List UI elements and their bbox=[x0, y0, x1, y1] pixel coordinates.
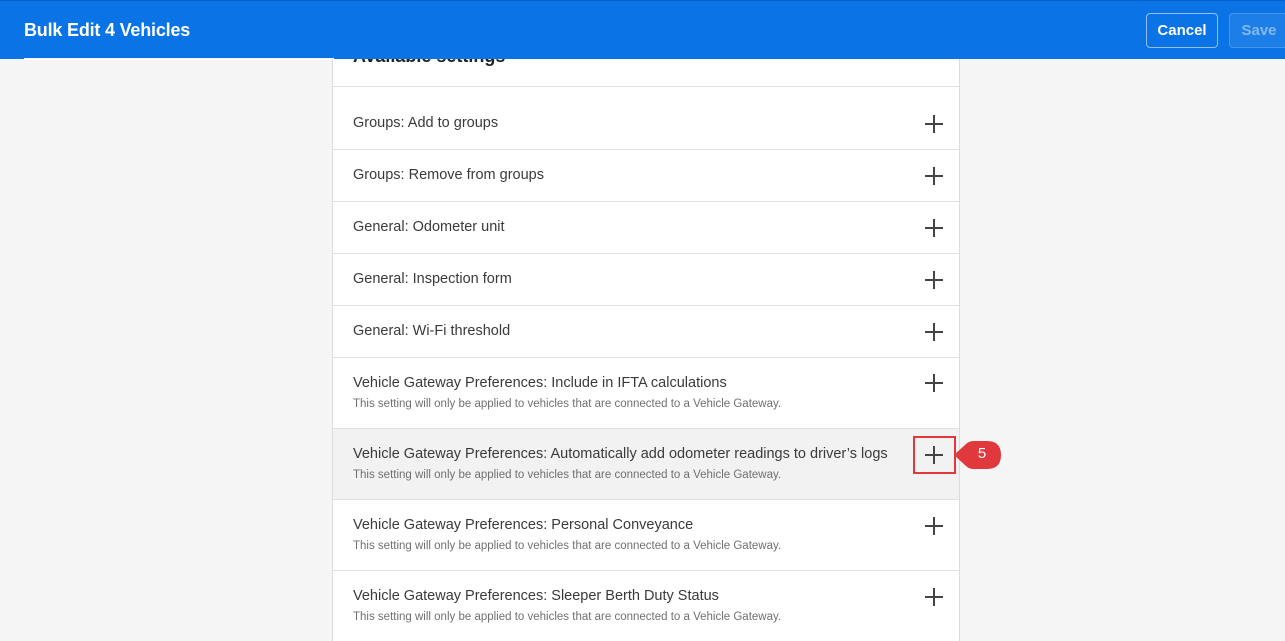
setting-label: Vehicle Gateway Preferences: Sleeper Ber… bbox=[353, 588, 719, 604]
setting-row-add-to-groups[interactable]: Groups: Add to groups bbox=[333, 87, 959, 150]
setting-label: General: Inspection form bbox=[353, 271, 512, 287]
save-button[interactable]: Save bbox=[1229, 13, 1285, 48]
setting-row-inspection-form[interactable]: General: Inspection form bbox=[333, 254, 959, 306]
setting-label: Groups: Remove from groups bbox=[353, 167, 544, 183]
step-number: 5 bbox=[977, 445, 987, 462]
page-title: Bulk Edit 4 Vehicles bbox=[24, 20, 191, 40]
setting-label: Vehicle Gateway Preferences: Include in … bbox=[353, 375, 727, 391]
setting-label: Vehicle Gateway Preferences: Personal Co… bbox=[353, 517, 694, 533]
setting-row-personal-conveyance[interactable]: Vehicle Gateway Preferences: Personal Co… bbox=[333, 500, 959, 571]
setting-note: This setting will only be applied to veh… bbox=[353, 398, 782, 410]
setting-label: General: Odometer unit bbox=[353, 219, 505, 235]
setting-row-odometer-unit[interactable]: General: Odometer unit bbox=[333, 202, 959, 254]
plus-icon[interactable] bbox=[925, 219, 943, 237]
setting-label: General: Wi-Fi threshold bbox=[353, 323, 511, 339]
step-highlight-box bbox=[913, 436, 956, 474]
plus-icon[interactable] bbox=[925, 167, 943, 185]
panel-heading: Available settings bbox=[353, 59, 505, 67]
setting-note: This setting will only be applied to veh… bbox=[353, 540, 782, 552]
plus-icon[interactable] bbox=[925, 115, 943, 133]
plus-icon[interactable] bbox=[925, 588, 943, 606]
setting-row-remove-from-groups[interactable]: Groups: Remove from groups bbox=[333, 150, 959, 202]
setting-row-auto-odometer[interactable]: Vehicle Gateway Preferences: Automatical… bbox=[333, 429, 959, 500]
setting-row-sleeper-berth[interactable]: Vehicle Gateway Preferences: Sleeper Ber… bbox=[333, 571, 959, 641]
setting-row-ifta[interactable]: Vehicle Gateway Preferences: Include in … bbox=[333, 358, 959, 429]
setting-note: This setting will only be applied to veh… bbox=[353, 469, 782, 481]
plus-icon[interactable] bbox=[925, 517, 943, 535]
plus-icon[interactable] bbox=[925, 374, 943, 392]
title-underline bbox=[24, 58, 334, 60]
plus-icon[interactable] bbox=[925, 323, 943, 341]
cancel-button[interactable]: Cancel bbox=[1146, 13, 1218, 48]
available-settings-panel: Available settings Groups: Add to groups… bbox=[332, 59, 960, 641]
top-bar: Bulk Edit 4 Vehicles Cancel Save bbox=[0, 0, 1285, 60]
setting-row-wifi-threshold[interactable]: General: Wi-Fi threshold bbox=[333, 306, 959, 358]
plus-icon[interactable] bbox=[925, 271, 943, 289]
setting-note: This setting will only be applied to veh… bbox=[353, 611, 782, 623]
setting-label: Vehicle Gateway Preferences: Automatical… bbox=[353, 446, 888, 462]
setting-label: Groups: Add to groups bbox=[353, 115, 499, 131]
